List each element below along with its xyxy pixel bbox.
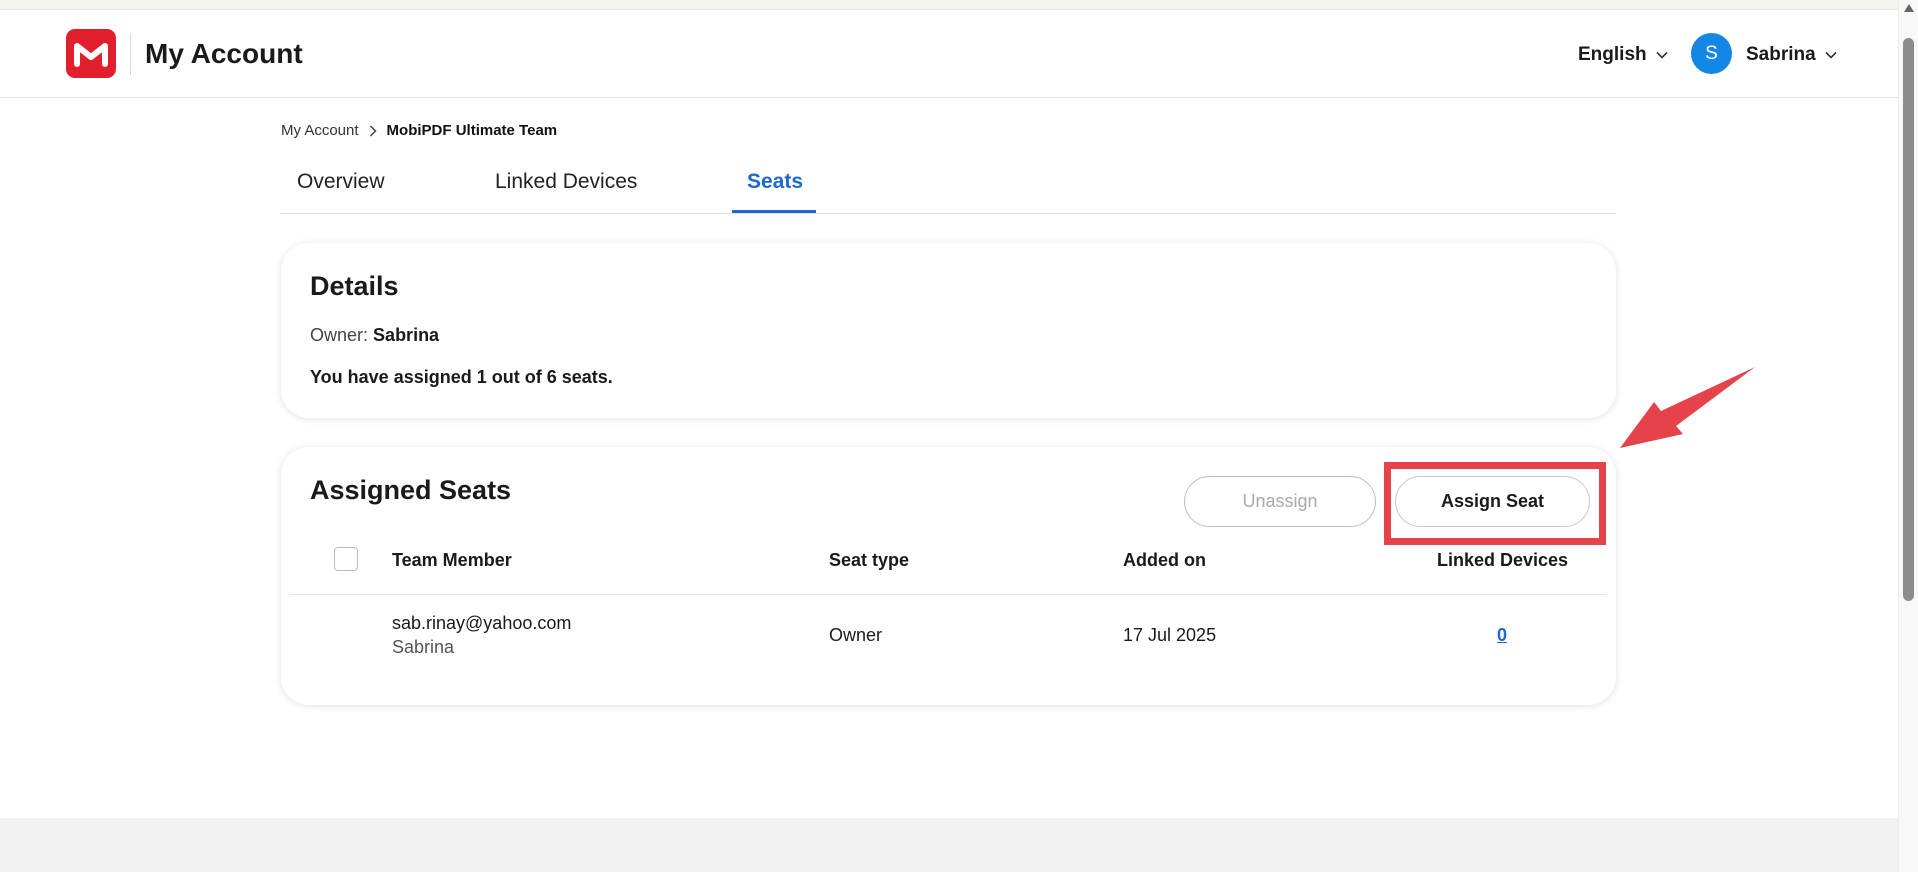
scroll-up-arrow-icon[interactable] bbox=[1904, 4, 1914, 12]
tab-linked-devices[interactable]: Linked Devices bbox=[495, 170, 637, 194]
chevron-down-icon bbox=[1825, 51, 1837, 59]
user-name: Sabrina bbox=[1746, 44, 1816, 65]
owner-line: Owner: Sabrina bbox=[310, 325, 439, 346]
breadcrumb-current: MobiPDF Ultimate Team bbox=[386, 122, 558, 139]
user-menu[interactable]: Sabrina bbox=[1746, 44, 1837, 66]
header-bar: My Account English S Sabrina bbox=[0, 10, 1898, 98]
column-header-added-on: Added on bbox=[1123, 550, 1206, 570]
scrollbar[interactable] bbox=[1898, 0, 1918, 872]
breadcrumb: My Account MobiPDF Ultimate Team bbox=[281, 122, 557, 139]
chevron-right-icon bbox=[369, 124, 377, 137]
tab-overview[interactable]: Overview bbox=[297, 170, 385, 194]
member-name: Sabrina bbox=[392, 637, 455, 657]
owner-label: Owner: bbox=[310, 325, 369, 345]
chevron-down-icon bbox=[1656, 51, 1668, 59]
tab-bar: Overview Linked Devices Seats bbox=[280, 158, 1616, 214]
details-title: Details bbox=[310, 271, 399, 301]
app-logo-icon[interactable] bbox=[66, 29, 116, 78]
assigned-seats-title: Assigned Seats bbox=[310, 475, 512, 505]
annotation-highlight-box bbox=[1384, 462, 1606, 545]
details-card: Details Owner: Sabrina You have assigned… bbox=[281, 243, 1616, 418]
active-tab-indicator bbox=[732, 210, 816, 213]
column-header-seat-type: Seat type bbox=[829, 550, 910, 570]
table-divider bbox=[290, 594, 1606, 595]
page-footer bbox=[0, 818, 1898, 872]
browser-top-strip bbox=[0, 0, 1898, 10]
annotation-arrow-icon bbox=[1620, 367, 1755, 448]
column-header-team-member: Team Member bbox=[392, 550, 512, 570]
member-email: sab.rinay@yahoo.com bbox=[392, 613, 572, 633]
scrollbar-thumb[interactable] bbox=[1903, 38, 1914, 601]
linked-devices-link[interactable]: 0 bbox=[1497, 625, 1507, 646]
select-all-checkbox[interactable] bbox=[334, 547, 358, 571]
avatar[interactable]: S bbox=[1691, 33, 1732, 74]
seat-type-cell: Owner bbox=[829, 625, 883, 645]
page-title: My Account bbox=[145, 38, 303, 69]
column-header-linked-devices: Linked Devices bbox=[1437, 550, 1569, 570]
language-label: English bbox=[1578, 44, 1647, 65]
seats-summary: You have assigned 1 out of 6 seats. bbox=[310, 367, 613, 387]
language-selector[interactable]: English bbox=[1578, 44, 1668, 66]
unassign-button[interactable]: Unassign bbox=[1184, 476, 1376, 527]
breadcrumb-root-link[interactable]: My Account bbox=[281, 122, 359, 139]
tab-seats[interactable]: Seats bbox=[747, 170, 803, 194]
owner-name: Sabrina bbox=[373, 325, 440, 345]
logo-divider bbox=[130, 33, 131, 75]
added-on-cell: 17 Jul 2025 bbox=[1123, 625, 1217, 645]
